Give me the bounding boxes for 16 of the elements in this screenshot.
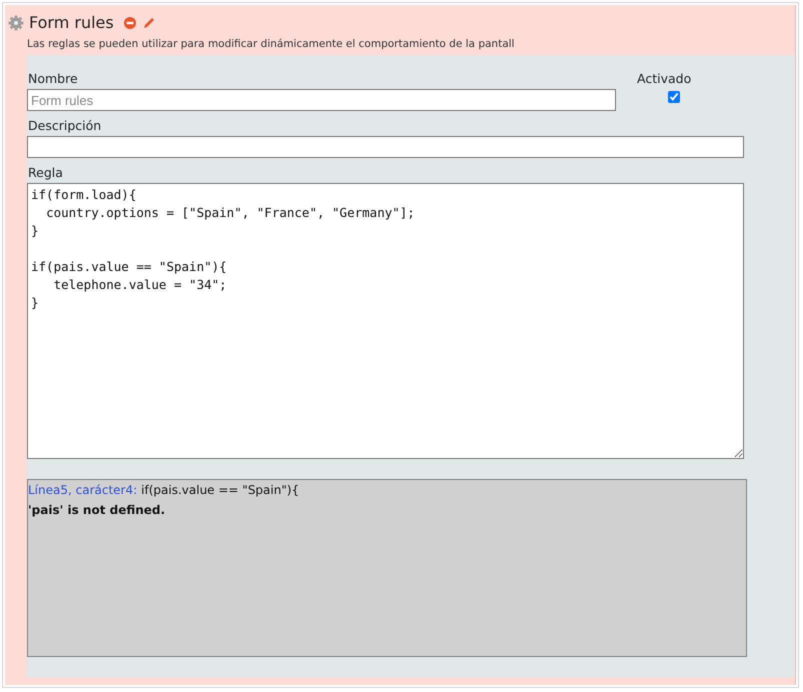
enabled-checkbox[interactable] [668,91,680,103]
field-label: Descripción [27,118,102,135]
error-location: Línea5, carácter4: [28,483,138,497]
description-field[interactable] [27,136,744,158]
error-message: 'pais' is not defined. [28,503,166,517]
code-field[interactable]: if(form.load){ country.options = ["Spain", "France", "Germany"]; } if(pais.value == "Spain"){ telephone.value = "34"; } [27,183,744,459]
panel-title: Form rules [29,13,114,32]
pencil-icon[interactable] [142,16,156,30]
panel-description: Las reglas se pueden utilizar para modificar dinámicamente el comportamiento de la pantall [27,38,516,50]
remove-icon[interactable] [122,16,137,30]
field-label: Regla [27,165,64,182]
name-field[interactable]: Form rules [27,89,616,111]
gear-icon [8,14,24,30]
field-label: Activado [636,71,692,88]
error-source: if(pais.value == "Spain"){ [141,483,300,497]
field-label: Nombre [27,71,79,88]
